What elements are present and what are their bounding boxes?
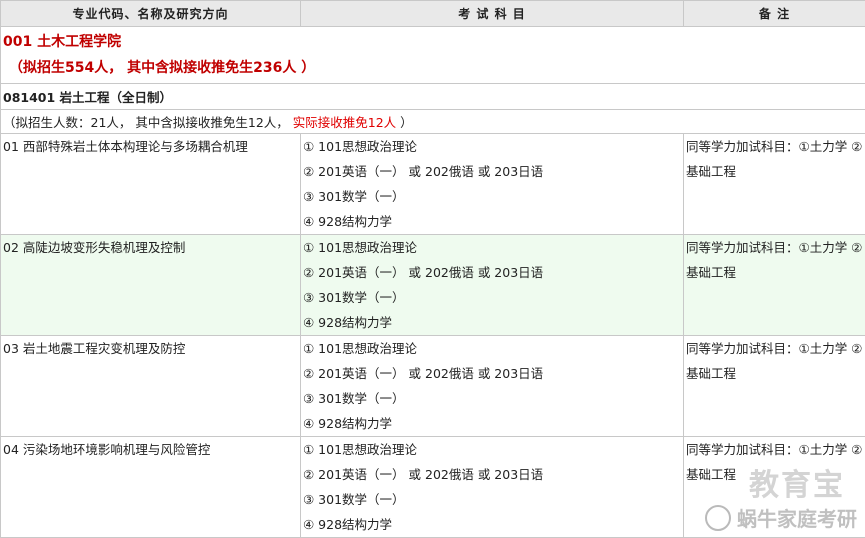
header-subjects: 考 试 科 目 (300, 0, 684, 27)
subject-item: ① 101思想政治理论 (303, 139, 418, 154)
subject-item: ① 101思想政治理论 (303, 341, 418, 356)
school-row: 001 土木工程学院 （拟招生554人， 其中含拟接收推免生236人 ） (0, 26, 865, 84)
direction-name: 01 西部特殊岩土体本构理论与多场耦合机理 (3, 139, 248, 154)
direction-note: 同等学力加试科目：①土力学 ②基础工程 (686, 442, 863, 482)
subject-item: ④ 928结构力学 (303, 214, 393, 229)
subject-item: ③ 301数学（一） (303, 492, 405, 507)
direction-row: 03 岩土地震工程灾变机理及防控 ① 101思想政治理论 ② 201英语（一） … (0, 335, 865, 437)
direction-row: 04 污染场地环境影响机理与风险管控 ① 101思想政治理论 ② 201英语（一… (0, 436, 865, 538)
school-name: 001 土木工程学院 (3, 34, 122, 50)
subject-item: ④ 928结构力学 (303, 517, 393, 532)
subject-item: ① 101思想政治理论 (303, 442, 418, 457)
direction-note: 同等学力加试科目：①土力学 ②基础工程 (686, 341, 863, 381)
subject-item: ③ 301数学（一） (303, 189, 405, 204)
subject-item: ④ 928结构力学 (303, 315, 393, 330)
major-quota-text: （拟招生人数：21人， 其中含拟接收推免生12人， (3, 115, 289, 130)
admission-table: 专业代码、名称及研究方向 考 试 科 目 备 注 001 土木工程学院 （拟招生… (0, 0, 865, 538)
subject-item: ② 201英语（一） 或 202俄语 或 203日语 (303, 467, 544, 482)
direction-name: 02 高陡边坡变形失稳机理及控制 (3, 240, 186, 255)
major-quota-suffix: ） (400, 115, 413, 130)
subject-item: ② 201英语（一） 或 202俄语 或 203日语 (303, 164, 544, 179)
major-quota-actual: 实际接收推免12人 (292, 115, 397, 130)
direction-row: 02 高陡边坡变形失稳机理及控制 ① 101思想政治理论 ② 201英语（一） … (0, 234, 865, 336)
subject-item: ① 101思想政治理论 (303, 240, 418, 255)
direction-name: 04 污染场地环境影响机理与风险管控 (3, 442, 211, 457)
direction-name: 03 岩土地震工程灾变机理及防控 (3, 341, 186, 356)
major-row: 081401 岩土工程（全日制） (0, 83, 865, 110)
subject-item: ② 201英语（一） 或 202俄语 或 203日语 (303, 366, 544, 381)
major-name: 081401 岩土工程（全日制） (0, 83, 865, 110)
header-major: 专业代码、名称及研究方向 (0, 0, 301, 27)
subject-item: ③ 301数学（一） (303, 290, 405, 305)
direction-row: 01 西部特殊岩土体本构理论与多场耦合机理 ① 101思想政治理论 ② 201英… (0, 133, 865, 235)
major-quota-row: （拟招生人数：21人， 其中含拟接收推免生12人， 实际接收推免12人 ） (0, 109, 865, 134)
subject-item: ④ 928结构力学 (303, 416, 393, 431)
subject-item: ② 201英语（一） 或 202俄语 或 203日语 (303, 265, 544, 280)
school-quota: （拟招生554人， 其中含拟接收推免生236人 ） (9, 60, 316, 76)
direction-note: 同等学力加试科目：①土力学 ②基础工程 (686, 240, 863, 280)
header-notes: 备 注 (683, 0, 865, 27)
subject-item: ③ 301数学（一） (303, 391, 405, 406)
direction-note: 同等学力加试科目：①土力学 ②基础工程 (686, 139, 863, 179)
header-row: 专业代码、名称及研究方向 考 试 科 目 备 注 (0, 0, 865, 27)
